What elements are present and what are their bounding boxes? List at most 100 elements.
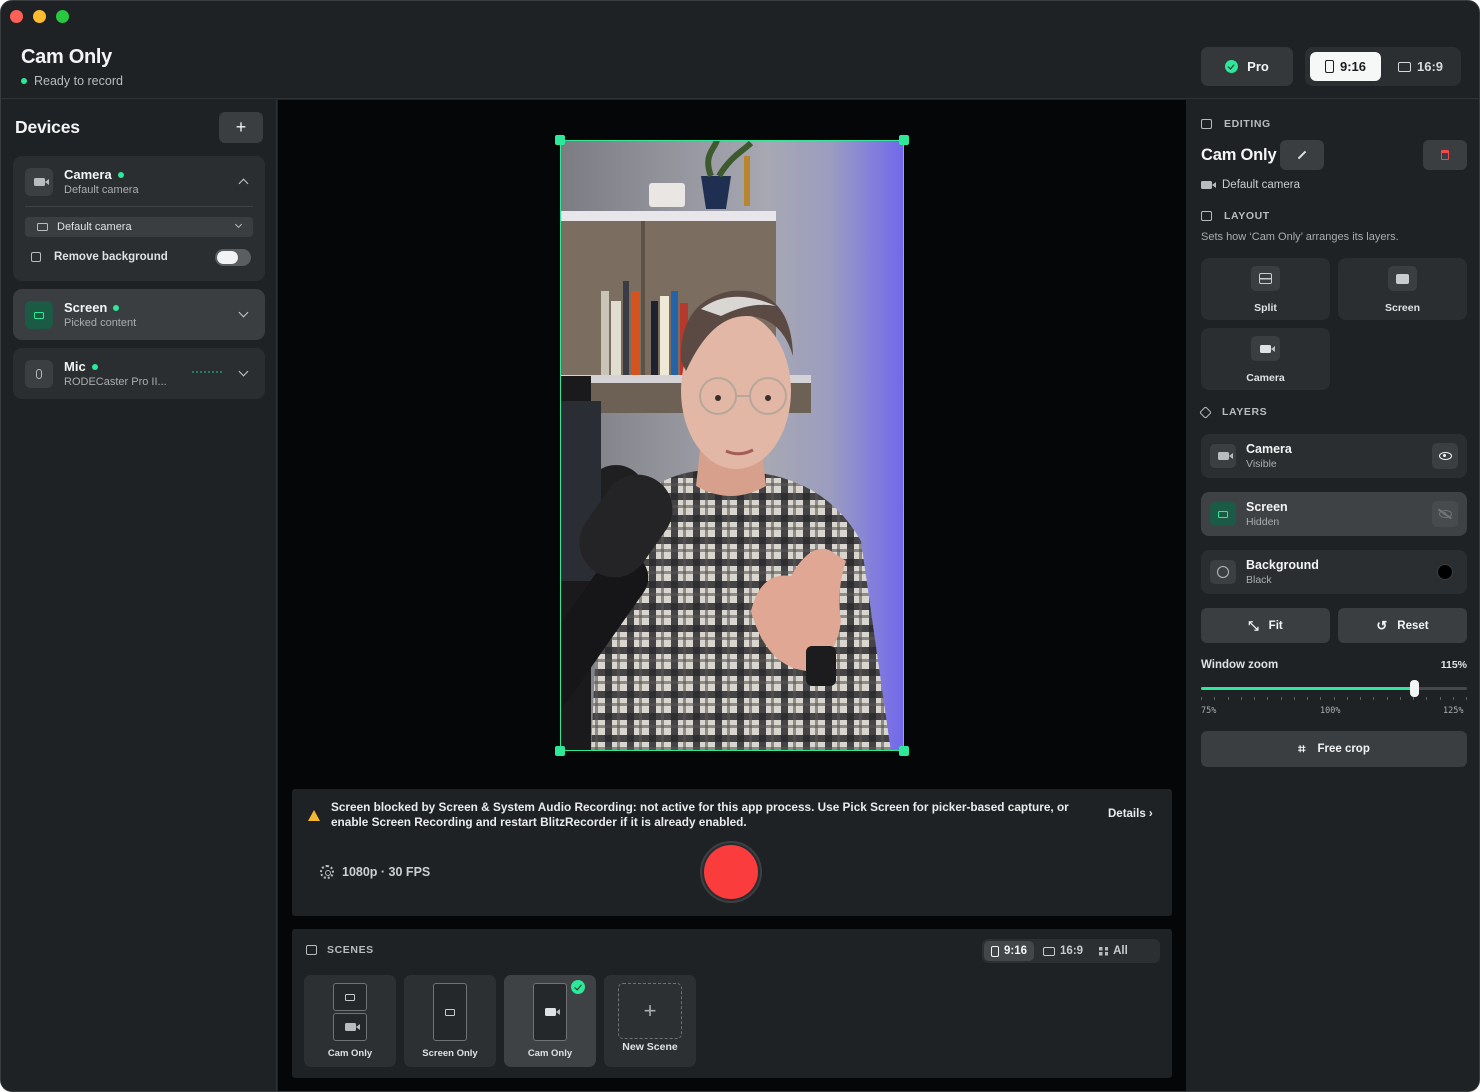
record-button[interactable]	[700, 841, 762, 903]
layers-section-header: LAYERS	[1199, 405, 1268, 419]
minimize-window-button[interactable]	[33, 10, 46, 23]
remove-background-row: Remove background	[31, 251, 168, 263]
layers-icon	[1199, 405, 1212, 419]
scene-label: Cam Only	[327, 1048, 373, 1059]
layer-state: Visible	[1246, 458, 1277, 470]
screen-active-dot-icon	[113, 304, 120, 311]
new-scene-button[interactable]: + New Scene	[604, 975, 696, 1067]
scene-thumb-screen	[433, 983, 467, 1041]
screen-device-sub: Picked content	[64, 317, 137, 329]
camera-preview[interactable]	[560, 140, 904, 751]
scene-card[interactable]: Cam Only	[304, 975, 396, 1067]
camera-icon	[1210, 444, 1236, 468]
visibility-toggle[interactable]	[1432, 443, 1458, 469]
fit-button[interactable]: ⤡ Fit	[1201, 608, 1330, 643]
visibility-toggle[interactable]	[1432, 501, 1458, 527]
slider-tick	[1373, 697, 1374, 700]
screen-icon	[445, 1008, 455, 1016]
layer-background[interactable]: Background Black	[1201, 550, 1467, 594]
slider-thumb[interactable]	[1410, 680, 1419, 697]
camera-icon	[1251, 336, 1280, 361]
layout-split-option[interactable]: Split	[1201, 258, 1330, 320]
camera-device-card[interactable]: Camera Default camera Default camera Rem…	[13, 156, 265, 281]
layer-screen[interactable]: Screen Hidden	[1201, 492, 1467, 536]
screen-device-label: Screen	[64, 300, 108, 315]
portrait-icon	[1324, 60, 1334, 73]
free-crop-button[interactable]: ⌗ Free crop	[1201, 731, 1467, 767]
rename-scene-button[interactable]	[1280, 140, 1324, 170]
camera-icon	[1201, 181, 1216, 189]
divider	[25, 206, 253, 207]
crop-handle-top-right[interactable]	[899, 135, 909, 145]
slider-tick	[1413, 697, 1414, 700]
scene-filter-toggle: 9:16 16:9 All	[982, 939, 1160, 963]
scene-label: Cam Only	[527, 1048, 573, 1059]
slider-tick	[1307, 697, 1308, 700]
camera-feed-image	[561, 141, 903, 750]
window-zoom-slider[interactable]	[1201, 680, 1467, 697]
quality-setting[interactable]: 1080p · 30 FPS	[320, 865, 430, 879]
reset-label: Reset	[1397, 619, 1429, 632]
portrait-icon	[991, 945, 999, 957]
reset-button[interactable]: ↺ Reset	[1338, 608, 1467, 643]
pro-label: Pro	[1247, 59, 1269, 74]
remove-background-toggle[interactable]	[215, 249, 251, 266]
landscape-icon	[1043, 946, 1056, 956]
filter-9-16[interactable]: 9:16	[984, 941, 1035, 961]
add-device-button[interactable]: +	[219, 112, 263, 143]
collapse-chevron-icon[interactable]	[238, 178, 249, 189]
alert-message: Screen blocked by Screen & System Audio …	[331, 800, 1069, 829]
filter-all-label: All	[1113, 945, 1128, 957]
scenes-title: SCENES	[327, 944, 374, 956]
scenes-header: SCENES	[306, 944, 374, 956]
selected-check-icon	[571, 980, 585, 994]
scene-card[interactable]: Screen Only	[404, 975, 496, 1067]
layer-name: Screen	[1246, 500, 1288, 514]
layer-state: Hidden	[1246, 516, 1280, 528]
camera-source-select[interactable]: Default camera	[25, 217, 253, 237]
slider-fill	[1201, 687, 1414, 690]
layout-screen-label: Screen	[1384, 302, 1421, 314]
pro-button[interactable]: Pro	[1201, 47, 1293, 86]
layout-screen-option[interactable]: Screen	[1338, 258, 1467, 320]
layer-camera[interactable]: Camera Visible	[1201, 434, 1467, 478]
ratio-16-9-label: 16:9	[1416, 59, 1444, 74]
delete-scene-button[interactable]	[1423, 140, 1467, 170]
pencil-icon	[1297, 150, 1307, 160]
reset-icon: ↺	[1376, 617, 1388, 633]
grid-icon	[1099, 946, 1109, 956]
details-link[interactable]: Details ›	[1108, 808, 1153, 820]
scene-card-active[interactable]: Cam Only	[504, 975, 596, 1067]
mic-device-card[interactable]: Mic RODECaster Pro II...	[13, 348, 265, 399]
close-window-button[interactable]	[10, 10, 23, 23]
person-cutout-icon	[31, 252, 41, 262]
app-window: Cam Only Ready to record Pro 9:16 16:9 D…	[0, 0, 1480, 1092]
layers-section-label: LAYERS	[1222, 406, 1268, 418]
layout-camera-option[interactable]: Camera	[1201, 328, 1330, 390]
crop-handle-bottom-right[interactable]	[899, 746, 909, 756]
mic-device-name: Mic	[64, 359, 98, 374]
zoom-window-button[interactable]	[56, 10, 69, 23]
status-dot-icon	[21, 78, 27, 84]
filter-9-16-label: 9:16	[1004, 945, 1028, 957]
crop-handle-top-left[interactable]	[555, 135, 565, 145]
camera-icon	[25, 168, 53, 196]
ratio-16-9-option[interactable]: 16:9	[1385, 52, 1456, 81]
screen-device-card[interactable]: Screen Picked content	[13, 289, 265, 340]
slider-tick	[1228, 697, 1229, 700]
background-color-swatch[interactable]	[1437, 564, 1453, 580]
editing-scene-name: Cam Only	[1201, 146, 1277, 164]
filter-16-9[interactable]: 16:9	[1036, 941, 1090, 961]
ratio-9-16-option[interactable]: 9:16	[1310, 52, 1381, 81]
expand-chevron-icon[interactable]	[238, 307, 249, 318]
mic-active-dot-icon	[91, 363, 98, 370]
layer-name: Camera	[1246, 442, 1292, 456]
expand-chevron-icon[interactable]	[238, 366, 249, 377]
slider-tick	[1294, 697, 1295, 700]
palette-icon	[1210, 560, 1236, 584]
layout-camera-label: Camera	[1246, 372, 1285, 384]
crop-handle-bottom-left[interactable]	[555, 746, 565, 756]
screen-share-icon	[25, 301, 53, 329]
slider-tick	[1281, 697, 1282, 700]
filter-all[interactable]: All	[1092, 941, 1135, 961]
